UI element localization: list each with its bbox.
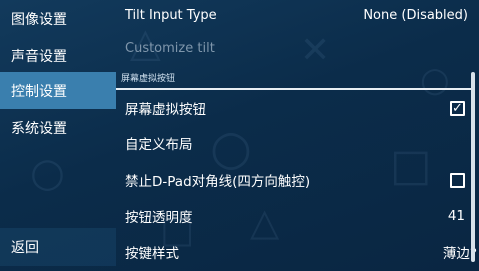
show-touch-controls-checkbox[interactable]: ✓ <box>450 100 465 116</box>
sidebar-item-label: 控制设置 <box>11 83 67 100</box>
custom-layout-label: 自定义布局 <box>125 137 193 153</box>
tilt-input-type-row[interactable]: Tilt Input Type None (Disabled) <box>116 3 479 27</box>
button-opacity-label: 按钮透明度 <box>125 210 193 226</box>
settings-panel: Tilt Input Type None (Disabled) Customiz… <box>116 0 479 271</box>
scrollbar[interactable] <box>471 72 475 262</box>
sidebar-item-controls[interactable]: 控制设置 <box>0 72 116 109</box>
button-style-row[interactable]: 按键样式 薄边? <box>116 238 479 266</box>
sidebar-item-system[interactable]: 系统设置 <box>0 109 116 146</box>
customize-tilt-label: Customize tilt <box>125 40 215 56</box>
show-touch-controls-label: 屏幕虚拟按钮 <box>125 102 206 118</box>
tilt-input-type-label: Tilt Input Type <box>125 7 217 23</box>
disable-dpad-diagonals-row[interactable]: 禁止D-Pad对角线(四方向触控) <box>116 166 479 194</box>
tilt-input-type-value: None (Disabled) <box>363 7 468 23</box>
section-header-touch-controls: 屏幕虚拟按钮 <box>121 74 176 84</box>
disable-dpad-diagonals-checkbox[interactable] <box>450 172 465 188</box>
show-touch-controls-row[interactable]: 屏幕虚拟按钮 ✓ <box>116 94 479 122</box>
custom-layout-row[interactable]: 自定义布局 <box>116 129 479 157</box>
disable-dpad-diagonals-label: 禁止D-Pad对角线(四方向触控) <box>125 174 311 190</box>
sidebar-item-audio[interactable]: 声音设置 <box>0 37 116 74</box>
checkmark-icon: ✓ <box>452 100 463 116</box>
sidebar-item-label: 图像设置 <box>11 11 67 28</box>
section-divider <box>116 88 473 90</box>
settings-sidebar: 图像设置 声音设置 控制设置 系统设置 返回 <box>0 0 116 271</box>
back-button-label: 返回 <box>11 240 39 256</box>
sidebar-item-label: 系统设置 <box>11 120 67 137</box>
button-style-label: 按键样式 <box>125 246 179 262</box>
button-opacity-row[interactable]: 按钮透明度 41 <box>116 202 479 230</box>
sidebar-item-label: 声音设置 <box>11 48 67 65</box>
back-button[interactable]: 返回 <box>0 228 116 266</box>
sidebar-item-graphics[interactable]: 图像设置 <box>0 0 116 37</box>
customize-tilt-row: Customize tilt <box>116 36 479 60</box>
button-opacity-value: 41 <box>447 208 465 224</box>
